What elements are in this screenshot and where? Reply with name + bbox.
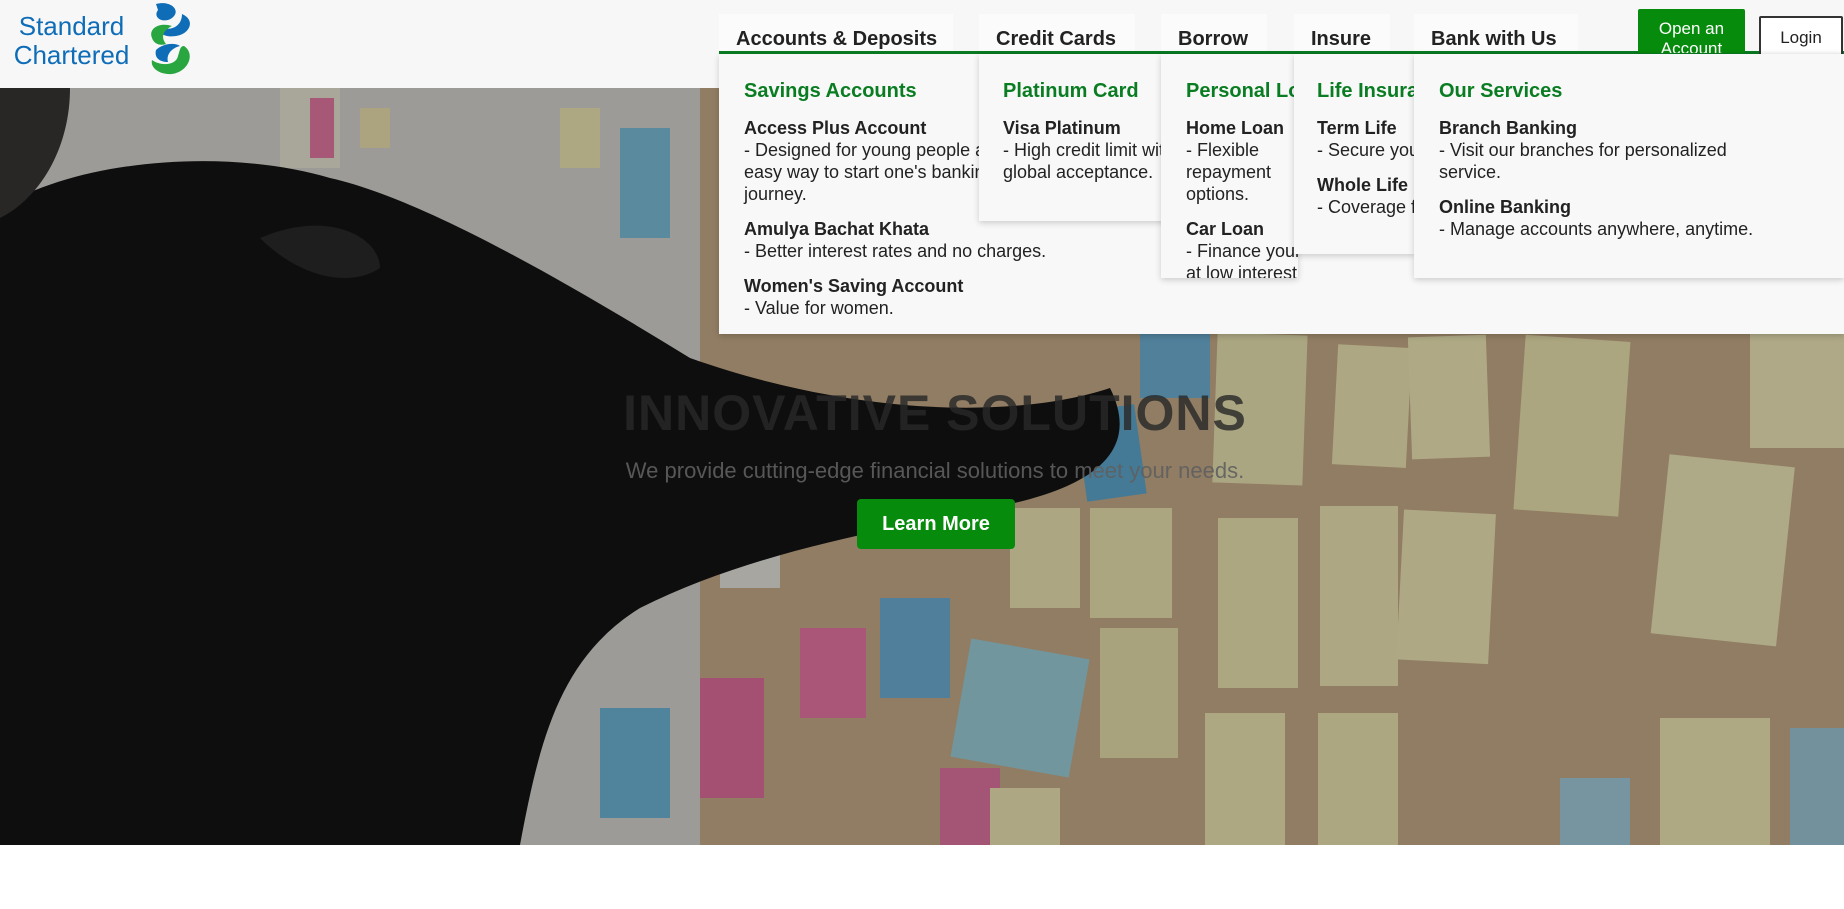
nav-tab-label: Credit Cards xyxy=(996,28,1117,50)
dropdown-credit-cards: Platinum Card Visa Platinum - High credi… xyxy=(979,54,1165,221)
nav-tab-label: Bank with Us xyxy=(1431,28,1557,50)
menu-item-desc: - Value for women. xyxy=(744,298,894,318)
menu-item-desc: - Visit our branches for personalized se… xyxy=(1439,140,1727,182)
dropdown-insure: Life Insurance Term Life - Secure your f… xyxy=(1294,54,1415,254)
nav-tab-bank-with-us[interactable]: Bank with Us xyxy=(1414,14,1578,51)
menu-item-term-life[interactable]: Term Life - Secure your family's future. xyxy=(1317,117,1415,161)
nav-tab-insure[interactable]: Insure xyxy=(1294,14,1390,51)
dropdown-heading: Our Services xyxy=(1439,80,1563,102)
nav-tab-borrow[interactable]: Borrow xyxy=(1161,14,1267,51)
nav-tab-label: Borrow xyxy=(1178,28,1248,50)
menu-item-title: Women's Saving Account xyxy=(744,276,964,296)
brand-line-2: Chartered xyxy=(13,40,130,70)
menu-item-online-banking[interactable]: Online Banking - Manage accounts anywher… xyxy=(1439,196,1799,240)
brand-line-1: Standard xyxy=(18,11,125,41)
dropdown-heading: Personal Loans xyxy=(1186,80,1298,102)
menu-item-title: Whole Life xyxy=(1317,175,1408,195)
nav-tab-label: Accounts & Deposits xyxy=(736,28,938,50)
dropdown-borrow: Personal Loans Home Loan - Flexible repa… xyxy=(1161,54,1298,278)
menu-item-desc: - Secure your family's future. xyxy=(1317,140,1415,160)
menu-item-title: Car Loan xyxy=(1186,219,1265,239)
hero-title: INNOVATIVE SOLUTIONS xyxy=(623,385,1247,441)
nav-tab-credit-cards[interactable]: Credit Cards xyxy=(979,14,1135,51)
menu-item-desc: - Finance your car at low interest. xyxy=(1186,241,1298,278)
brand-wordmark: Standard Chartered xyxy=(4,12,139,70)
menu-item-branch-banking[interactable]: Branch Banking - Visit our branches for … xyxy=(1439,117,1749,183)
menu-item-title: Home Loan xyxy=(1186,118,1285,138)
nav-tab-label: Insure xyxy=(1311,28,1372,50)
menu-item-car-loan[interactable]: Car Loan - Finance your car at low inter… xyxy=(1186,218,1298,278)
menu-item-title: Visa Platinum xyxy=(1003,118,1121,138)
menu-item-desc: - Manage accounts anywhere, anytime. xyxy=(1439,219,1754,239)
menu-item-title: Term Life xyxy=(1317,118,1397,138)
dropdown-heading: Life Insurance xyxy=(1317,80,1415,102)
nav-tab-accounts-deposits[interactable]: Accounts & Deposits xyxy=(719,14,953,51)
dropdown-heading: Platinum Card xyxy=(1003,80,1139,102)
menu-item-home-loan[interactable]: Home Loan - Flexible repayment options. xyxy=(1186,117,1298,205)
menu-item-title: Branch Banking xyxy=(1439,118,1578,138)
menu-item-whole-life[interactable]: Whole Life - Coverage for life. xyxy=(1317,174,1415,218)
brand-logo[interactable]: Standard Chartered xyxy=(4,2,204,78)
open-account-button[interactable]: Open an Account xyxy=(1638,9,1745,53)
menu-item-desc: - Coverage for life. xyxy=(1317,197,1415,217)
learn-more-button[interactable]: Learn More xyxy=(857,499,1015,549)
dropdown-bank-with-us: Our Services Branch Banking - Visit our … xyxy=(1414,54,1844,278)
hero-subtitle: We provide cutting-edge financial soluti… xyxy=(625,458,1245,483)
menu-item-visa-platinum[interactable]: Visa Platinum - High credit limit with g… xyxy=(1003,117,1165,183)
menu-item-womens-saving[interactable]: Women's Saving Account - Value for women… xyxy=(744,275,1044,319)
menu-item-desc: - Flexible repayment options. xyxy=(1186,140,1272,204)
menu-item-title: Online Banking xyxy=(1439,197,1572,217)
menu-item-desc: - High credit limit with global acceptan… xyxy=(1003,140,1165,182)
brand-swirl-icon xyxy=(151,3,190,75)
